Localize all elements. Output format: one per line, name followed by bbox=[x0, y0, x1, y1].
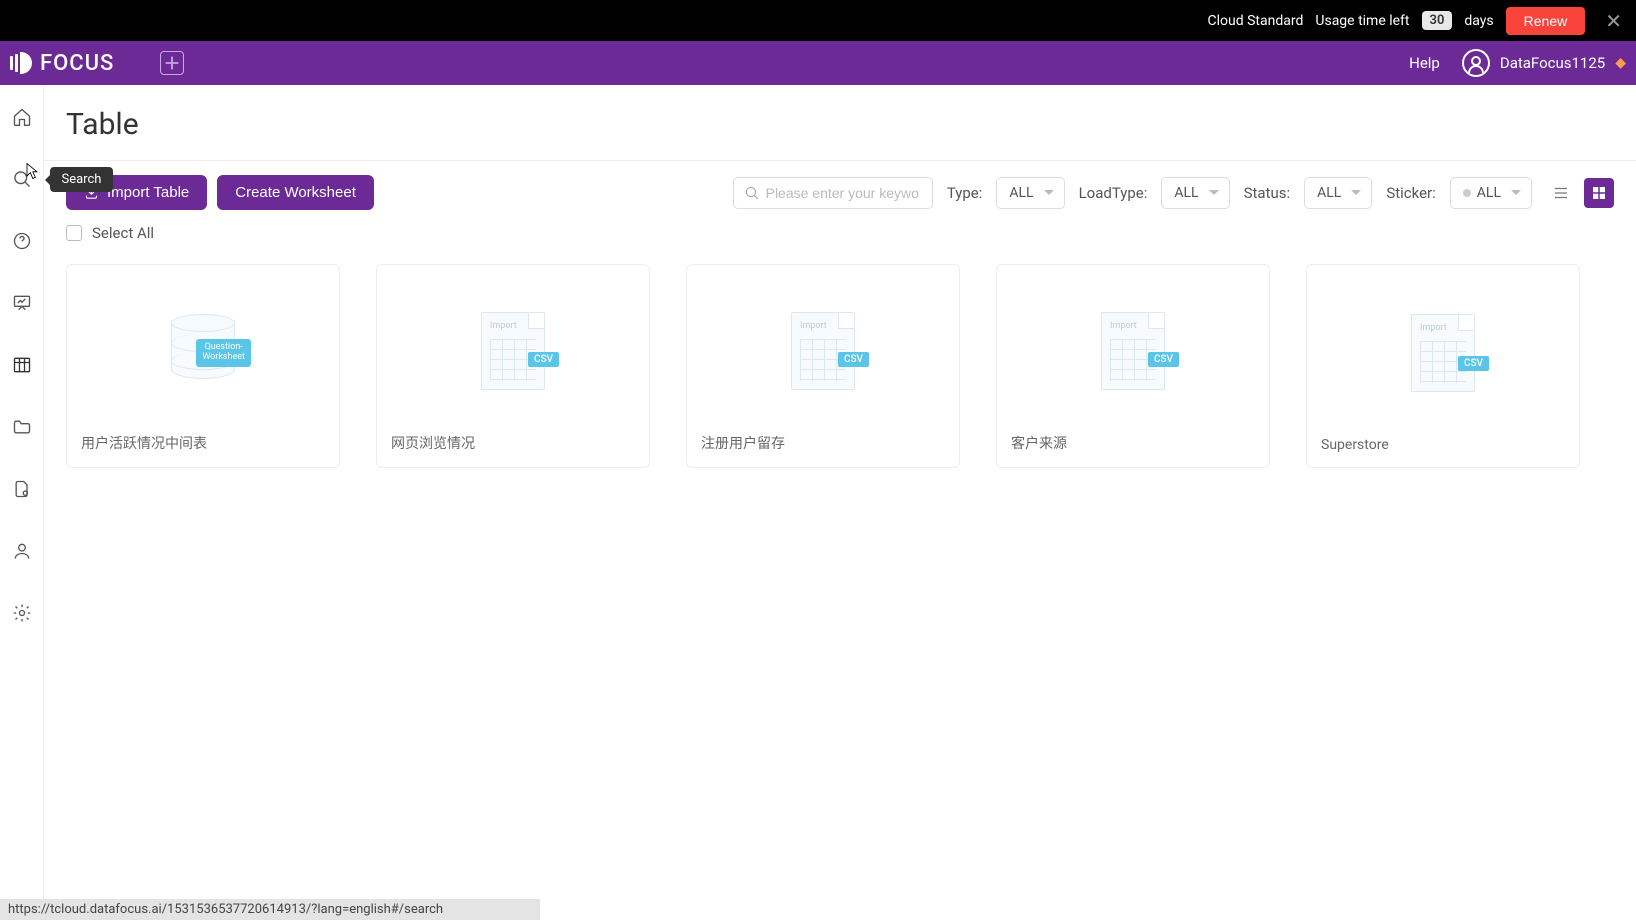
sticker-dot-icon bbox=[1463, 189, 1471, 197]
import-label: Import Table bbox=[107, 184, 189, 201]
status-select[interactable]: ALL bbox=[1304, 177, 1372, 209]
new-button[interactable] bbox=[160, 51, 184, 75]
csv-badge: CSV bbox=[1458, 356, 1489, 371]
username: DataFocus1125 bbox=[1500, 54, 1605, 72]
worksheet-badge: Question- Worksheet bbox=[196, 339, 251, 367]
days-unit: days bbox=[1464, 13, 1493, 29]
sidebar-settings[interactable] bbox=[0, 601, 44, 625]
sidebar-help[interactable] bbox=[0, 229, 44, 253]
select-all-label: Select All bbox=[92, 224, 154, 242]
card-label: 网页浏览情况 bbox=[391, 423, 635, 453]
card-thumb: Import CSV bbox=[1321, 279, 1565, 427]
type-label: Type: bbox=[947, 184, 983, 202]
home-icon bbox=[12, 107, 32, 127]
table-card[interactable]: Import CSV 注册用户留存 bbox=[686, 264, 960, 468]
create-label: Create Worksheet bbox=[235, 184, 356, 201]
loadtype-label: LoadType: bbox=[1079, 184, 1148, 202]
csv-badge: CSV bbox=[1148, 352, 1179, 367]
days-badge: 30 bbox=[1422, 11, 1453, 30]
csv-file-icon: Import bbox=[1411, 314, 1475, 392]
sidebar-user[interactable] bbox=[0, 539, 44, 563]
file-gear-icon bbox=[12, 479, 32, 499]
renew-button[interactable]: Renew bbox=[1506, 7, 1586, 35]
help-link[interactable]: Help bbox=[1409, 54, 1440, 72]
search-tooltip: Search bbox=[50, 167, 114, 192]
gear-icon bbox=[12, 603, 32, 623]
grid-icon bbox=[1590, 184, 1608, 202]
user-icon bbox=[12, 541, 32, 561]
sidebar-folder[interactable] bbox=[0, 415, 44, 439]
table-card[interactable]: Import CSV 网页浏览情况 bbox=[376, 264, 650, 468]
select-all-checkbox[interactable] bbox=[66, 225, 82, 241]
sticker-label: Sticker: bbox=[1386, 184, 1435, 202]
type-select[interactable]: ALL bbox=[996, 177, 1064, 209]
loadtype-select[interactable]: ALL bbox=[1161, 177, 1229, 209]
sidebar-resource[interactable] bbox=[0, 477, 44, 501]
csv-file-icon: Import bbox=[481, 312, 545, 390]
logo[interactable]: FOCUS bbox=[10, 51, 114, 76]
toolbar: Import Table Create Worksheet Type: ALL … bbox=[44, 161, 1636, 210]
csv-file-icon: Import bbox=[1101, 312, 1165, 390]
sidebar-table[interactable] bbox=[0, 353, 44, 377]
topbar: Cloud Standard Usage time left 30 days R… bbox=[0, 0, 1636, 41]
search-icon bbox=[12, 169, 32, 189]
folder-icon bbox=[12, 417, 32, 437]
search-input-icon bbox=[744, 184, 760, 202]
user-menu[interactable]: DataFocus1125 ◆ bbox=[1462, 49, 1626, 77]
table-card[interactable]: Import CSV Superstore bbox=[1306, 264, 1580, 468]
search-input-wrap[interactable] bbox=[733, 177, 933, 209]
select-all-row: Select All bbox=[44, 210, 1636, 242]
sidebar: Search bbox=[0, 85, 44, 920]
cards-grid: Question- Worksheet 用户活跃情况中间表 Import CSV… bbox=[44, 242, 1636, 490]
sidebar-search[interactable]: Search bbox=[0, 167, 44, 191]
close-icon[interactable]: ✕ bbox=[1605, 9, 1622, 33]
avatar-icon bbox=[1462, 49, 1490, 77]
plus-icon bbox=[161, 52, 183, 74]
presentation-icon bbox=[12, 293, 32, 313]
diamond-icon: ◆ bbox=[1615, 55, 1626, 71]
search-input[interactable] bbox=[766, 185, 922, 201]
card-label: 客户来源 bbox=[1011, 423, 1255, 453]
list-view-toggle[interactable] bbox=[1546, 178, 1576, 208]
card-label: 注册用户留存 bbox=[701, 423, 945, 453]
brand-text: FOCUS bbox=[40, 51, 114, 76]
csv-badge: CSV bbox=[528, 352, 559, 367]
card-label: 用户活跃情况中间表 bbox=[81, 423, 325, 453]
status-label: Status: bbox=[1244, 184, 1291, 202]
page-title: Table bbox=[44, 85, 1636, 161]
card-thumb: Import CSV bbox=[1011, 279, 1255, 423]
table-card[interactable]: Question- Worksheet 用户活跃情况中间表 bbox=[66, 264, 340, 468]
card-thumb: Import CSV bbox=[391, 279, 635, 423]
sticker-select[interactable]: ALL bbox=[1450, 177, 1532, 209]
usage-label: Usage time left bbox=[1315, 13, 1409, 29]
card-thumb: Import CSV bbox=[701, 279, 945, 423]
create-worksheet-button[interactable]: Create Worksheet bbox=[217, 175, 374, 210]
csv-badge: CSV bbox=[838, 352, 869, 367]
grid-view-toggle[interactable] bbox=[1584, 178, 1614, 208]
csv-file-icon: Import bbox=[791, 312, 855, 390]
header: FOCUS Help DataFocus1125 ◆ bbox=[0, 41, 1636, 85]
help-circle-icon bbox=[12, 231, 32, 251]
card-thumb: Question- Worksheet bbox=[81, 279, 325, 423]
statusbar-url: https://tcloud.datafocus.ai/153153653772… bbox=[0, 899, 540, 920]
sidebar-home[interactable] bbox=[0, 105, 44, 129]
sidebar-board[interactable] bbox=[0, 291, 44, 315]
list-icon bbox=[1552, 184, 1570, 202]
table-icon bbox=[12, 355, 32, 375]
logo-icon bbox=[10, 52, 32, 74]
table-card[interactable]: Import CSV 客户来源 bbox=[996, 264, 1270, 468]
plan-label: Cloud Standard bbox=[1208, 13, 1304, 29]
card-label: Superstore bbox=[1321, 427, 1565, 453]
main: Table Import Table Create Worksheet Type… bbox=[44, 85, 1636, 920]
